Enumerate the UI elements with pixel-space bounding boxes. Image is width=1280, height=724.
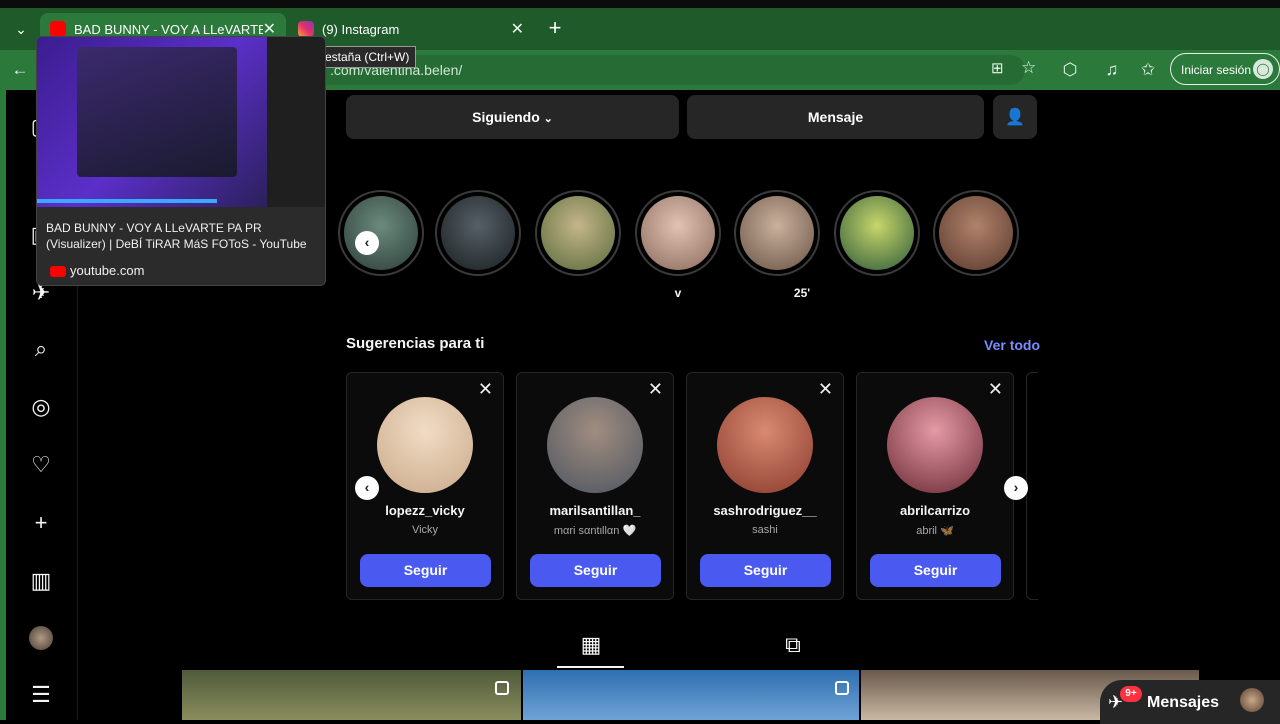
create-icon[interactable]: + bbox=[28, 510, 54, 536]
suggestion-username[interactable]: marilsantillan_ bbox=[517, 503, 673, 518]
post-tile[interactable] bbox=[523, 670, 859, 720]
instagram-icon bbox=[298, 21, 314, 37]
dismiss-close-icon[interactable]: ✕ bbox=[988, 379, 1003, 400]
message-button[interactable]: Mensaje bbox=[687, 95, 984, 139]
story-highlight[interactable] bbox=[635, 190, 721, 276]
tab-youtube-title: BAD BUNNY - VOY A LLeVARTE PA bbox=[74, 21, 263, 37]
following-label: Siguiendo bbox=[472, 109, 540, 125]
suggestion-fullname: Vicky bbox=[411, 524, 439, 536]
message-label: Mensaje bbox=[807, 109, 864, 125]
suggestions-next-chevron-icon[interactable]: › bbox=[1004, 476, 1028, 500]
suggestions-title: Sugerencias para ti bbox=[346, 335, 485, 352]
preview-thumbnail bbox=[37, 37, 325, 207]
follow-button[interactable]: Seguir bbox=[870, 554, 1001, 587]
story-highlight-image bbox=[441, 196, 515, 270]
suggestion-avatar[interactable] bbox=[887, 397, 983, 493]
suggestion-avatar[interactable] bbox=[717, 397, 813, 493]
story-highlight[interactable] bbox=[734, 190, 820, 276]
story-highlight[interactable] bbox=[834, 190, 920, 276]
suggestion-card[interactable]: ✕ marilsantillan_ mαri sαntιllαn 🤍 Seguir bbox=[516, 372, 674, 600]
messages-label: Mensajes bbox=[1147, 694, 1220, 711]
search-icon[interactable]: ⌕ bbox=[28, 336, 54, 362]
tab-instagram-title: (9) Instagram bbox=[322, 21, 400, 37]
story-highlight-image bbox=[939, 196, 1013, 270]
media-control-icon[interactable]: ♫ bbox=[1100, 58, 1124, 82]
back-arrow-icon[interactable]: ← bbox=[8, 58, 32, 82]
story-highlight[interactable] bbox=[933, 190, 1019, 276]
explore-icon[interactable]: ◎ bbox=[28, 394, 54, 420]
following-button[interactable]: Siguiendo ⌄ bbox=[346, 95, 679, 139]
suggestion-fullname: sashi bbox=[752, 524, 778, 536]
posts-grid-tab-icon[interactable]: ▦ bbox=[577, 632, 605, 660]
story-highlight[interactable] bbox=[435, 190, 521, 276]
post-tile[interactable] bbox=[182, 670, 521, 720]
tagged-tab-icon[interactable]: ⧉ bbox=[779, 632, 807, 660]
extensions-icon[interactable]: ⬡ bbox=[1058, 58, 1082, 82]
story-highlight-image bbox=[541, 196, 615, 270]
suggestion-card[interactable]: ✕ abrilcarrizo abril 🦋 Seguir bbox=[856, 372, 1014, 600]
see-all-link[interactable]: Ver todo bbox=[984, 337, 1040, 353]
story-highlight[interactable] bbox=[535, 190, 621, 276]
favorites-icon[interactable]: ✩ bbox=[1136, 58, 1160, 82]
user-avatar-icon: ◯ bbox=[1253, 59, 1273, 79]
window-top-edge bbox=[0, 0, 1280, 8]
preview-video-frame bbox=[77, 47, 237, 177]
carousel-icon bbox=[495, 681, 509, 695]
favorite-star-icon[interactable]: ☆ bbox=[1021, 58, 1036, 78]
chevron-down-icon: ⌄ bbox=[543, 113, 553, 125]
tab-hover-preview: BAD BUNNY - VOY A LLeVARTE PA PR (Visual… bbox=[36, 36, 326, 286]
follow-button[interactable]: Seguir bbox=[530, 554, 661, 587]
suggestions-prev-chevron-icon[interactable]: ‹ bbox=[355, 476, 379, 500]
messages-badge: 9+ bbox=[1120, 686, 1142, 702]
suggestion-avatar[interactable] bbox=[377, 397, 473, 493]
story-highlight[interactable] bbox=[338, 190, 424, 276]
tab-list-dropdown-icon[interactable]: ⌄ bbox=[10, 18, 32, 40]
preview-title: BAD BUNNY - VOY A LLeVARTE PA PR (Visual… bbox=[46, 221, 307, 251]
suggestion-username[interactable]: lopezz_vicky bbox=[347, 503, 503, 518]
youtube-icon bbox=[50, 266, 66, 277]
follow-button[interactable]: Seguir bbox=[360, 554, 491, 587]
story-highlight-label: v bbox=[674, 286, 682, 300]
active-tab-indicator bbox=[557, 666, 624, 668]
preview-domain: youtube.com bbox=[70, 263, 145, 278]
follow-button[interactable]: Seguir bbox=[700, 554, 831, 587]
dismiss-close-icon[interactable]: ✕ bbox=[818, 379, 833, 400]
sign-in-button[interactable]: Iniciar sesión ◯ bbox=[1170, 53, 1280, 85]
story-highlight-image bbox=[344, 196, 418, 270]
suggestion-fullname: abril 🦋 bbox=[916, 525, 954, 537]
suggestion-card[interactable]: ✕ sashrodriguez__sashi Seguir bbox=[686, 372, 844, 600]
profile-avatar[interactable] bbox=[28, 626, 54, 652]
suggestion-fullname: mαri sαntιllαn 🤍 bbox=[553, 525, 637, 537]
dismiss-close-icon[interactable]: ✕ bbox=[478, 379, 493, 400]
story-highlight-image bbox=[840, 196, 914, 270]
preview-progress-bar bbox=[37, 199, 217, 203]
carousel-icon bbox=[835, 681, 849, 695]
dashboard-icon[interactable]: ▥ bbox=[28, 568, 54, 594]
stories-prev-chevron-icon[interactable]: ‹ bbox=[355, 231, 379, 255]
messages-floating-button[interactable]: ✈ 9+ Mensajes bbox=[1100, 680, 1280, 724]
close-tab-icon[interactable]: ✕ bbox=[511, 19, 524, 39]
story-highlight-label: 25' bbox=[793, 286, 811, 300]
more-menu-icon[interactable]: ☰ bbox=[28, 682, 54, 708]
address-bar[interactable]: .com/valentina.belen/ ⊞ ☆ bbox=[315, 55, 1036, 85]
notifications-heart-icon[interactable]: ♡ bbox=[28, 452, 54, 478]
suggestion-username[interactable]: sashrodriguez__ bbox=[687, 503, 843, 518]
sign-in-label: Iniciar sesión bbox=[1181, 63, 1252, 77]
apps-icon[interactable]: ⊞ bbox=[991, 59, 1004, 77]
youtube-icon bbox=[50, 21, 66, 37]
close-tab-tooltip: estaña (Ctrl+W) bbox=[318, 46, 417, 68]
new-tab-icon[interactable]: + bbox=[543, 16, 567, 40]
suggest-people-button[interactable]: 👤 bbox=[993, 95, 1037, 139]
add-person-icon: 👤 bbox=[1005, 109, 1025, 126]
story-highlight-image bbox=[641, 196, 715, 270]
suggestion-username[interactable]: abrilcarrizo bbox=[857, 503, 1013, 518]
preview-sidebar-list bbox=[267, 37, 325, 207]
story-highlight-image bbox=[740, 196, 814, 270]
suggestion-avatar[interactable] bbox=[547, 397, 643, 493]
dismiss-close-icon[interactable]: ✕ bbox=[648, 379, 663, 400]
avatar bbox=[1240, 688, 1264, 712]
